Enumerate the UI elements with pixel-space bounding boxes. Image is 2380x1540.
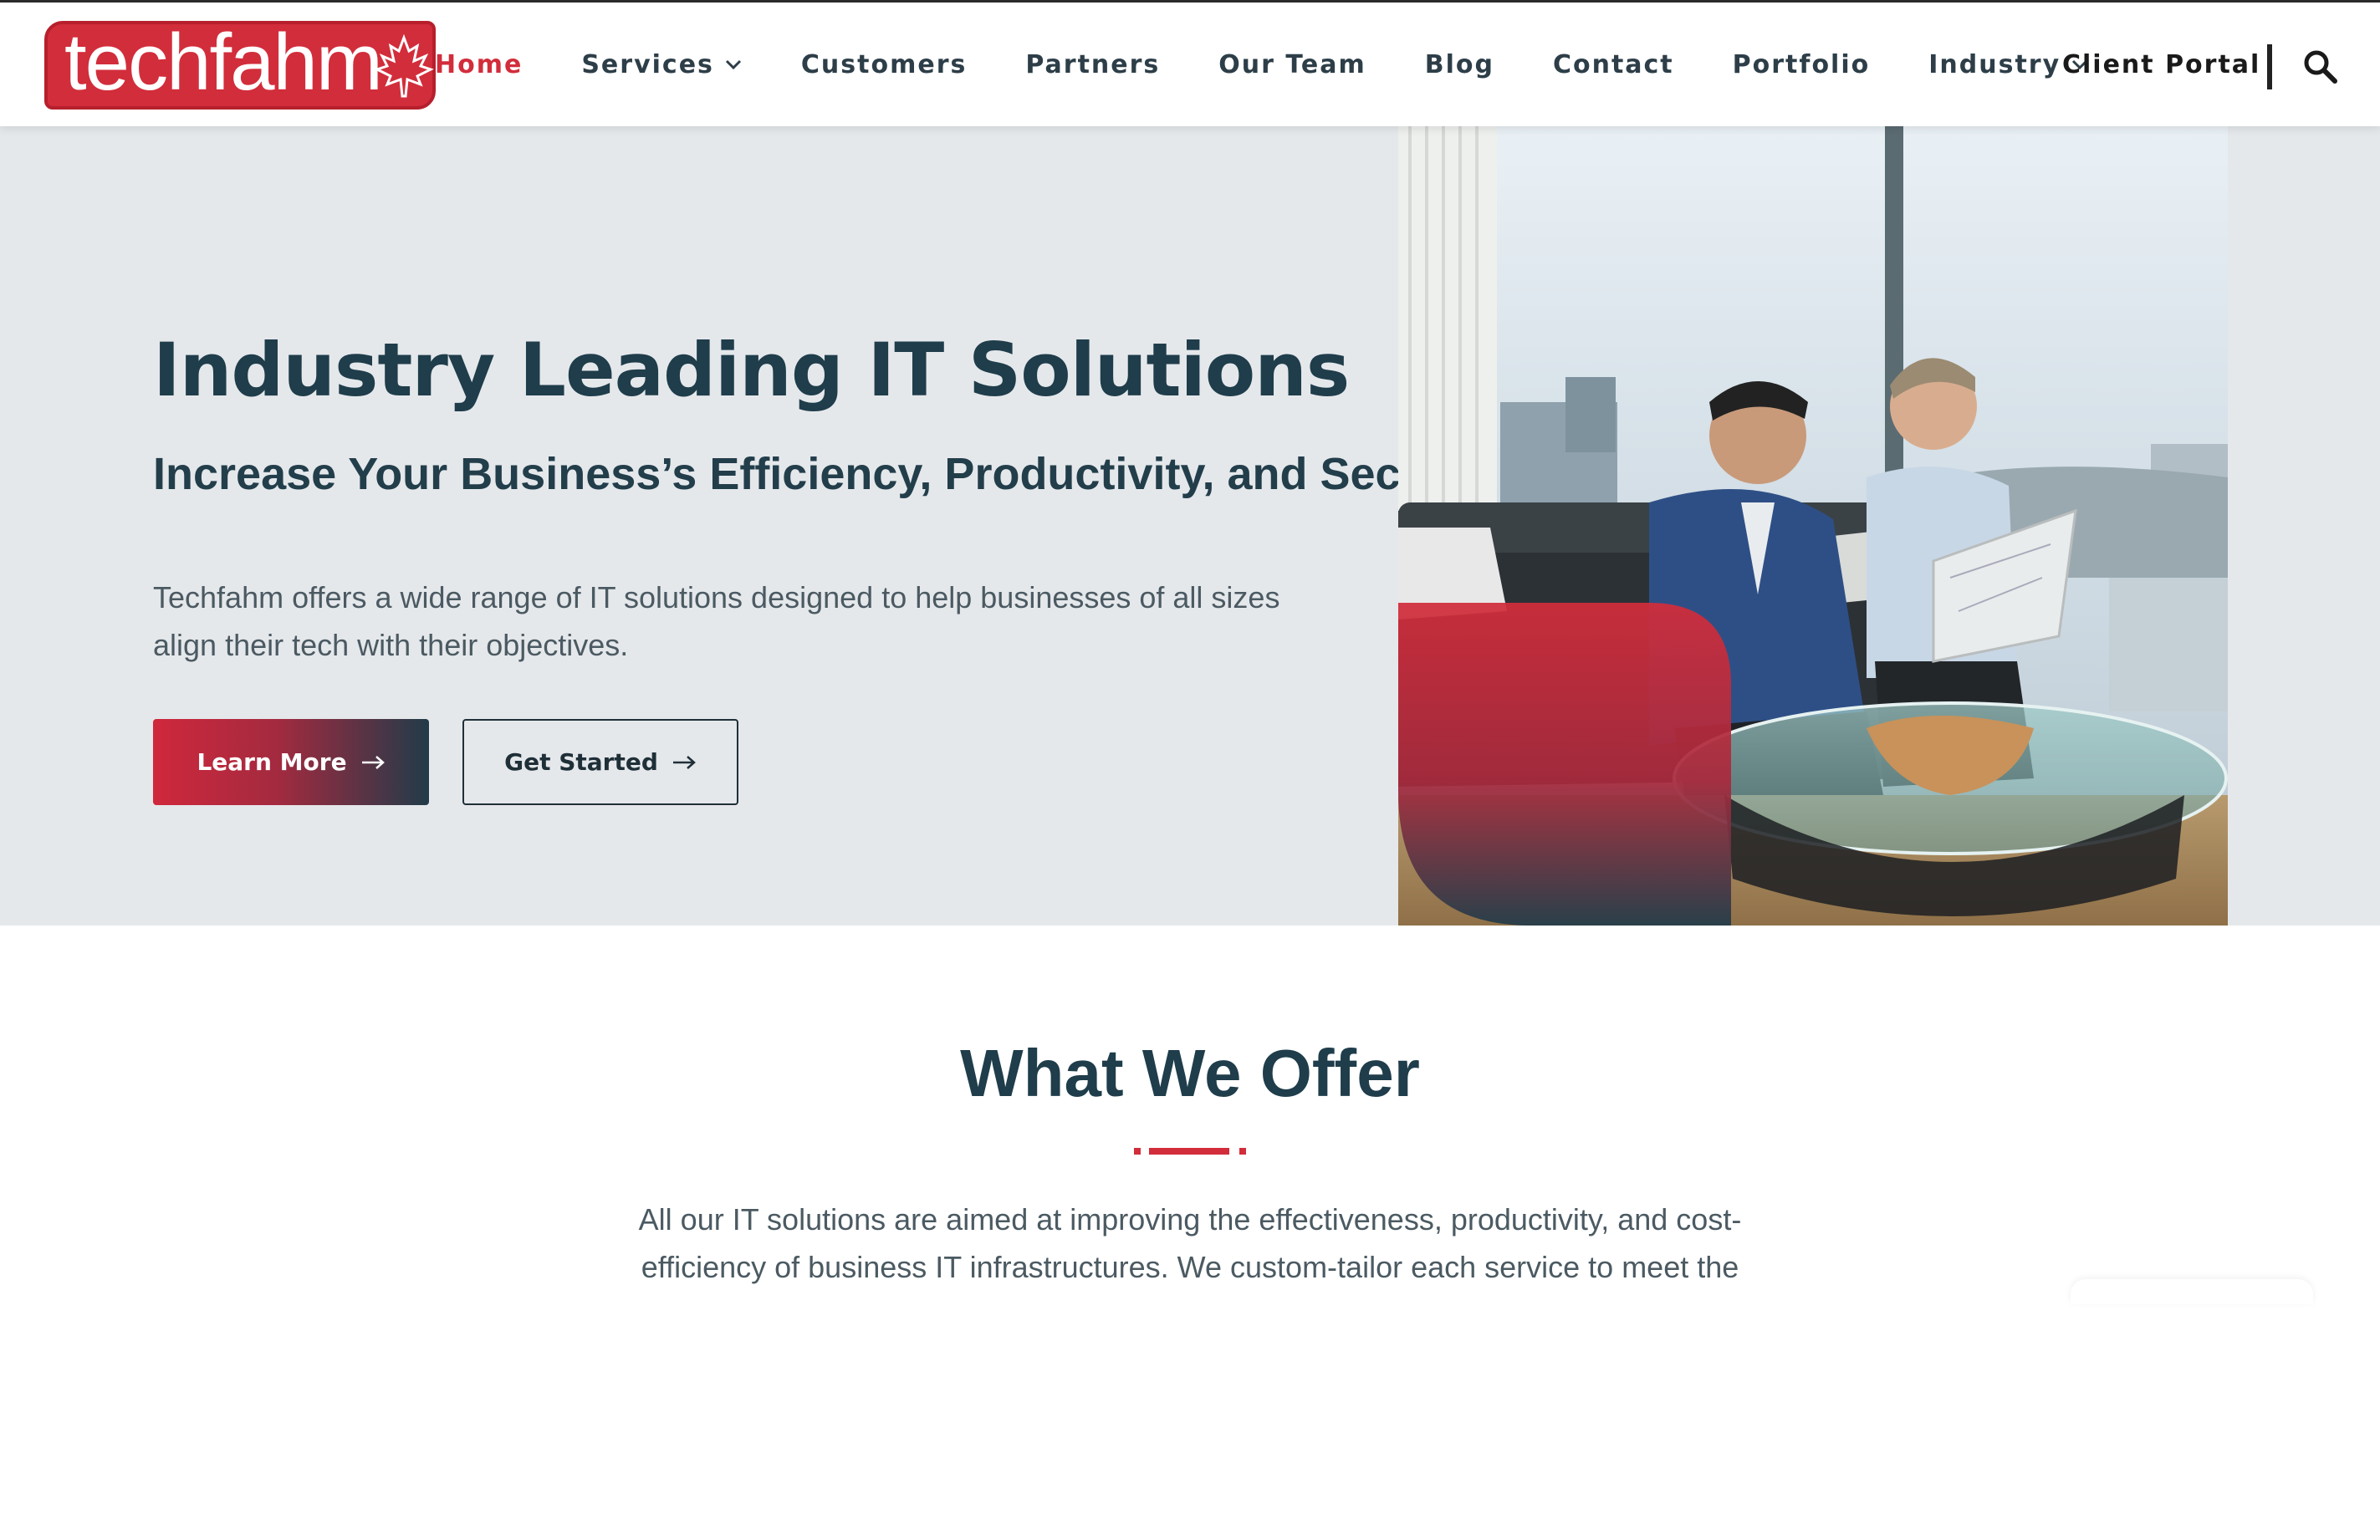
page-bottom-blank bbox=[0, 1304, 2380, 1540]
hero-photo-business-meeting bbox=[1398, 126, 2228, 926]
nav-label: Home bbox=[435, 49, 523, 79]
nav-label: Partners bbox=[1025, 49, 1161, 79]
title-divider bbox=[1134, 1148, 1246, 1155]
nav-label: Services bbox=[581, 49, 714, 79]
nav-blog[interactable]: Blog bbox=[1425, 50, 1494, 79]
nav-customers[interactable]: Customers bbox=[801, 50, 967, 79]
learn-more-button[interactable]: Learn More bbox=[153, 719, 429, 805]
techfahm-logo[interactable]: techfahm bbox=[44, 21, 436, 110]
nav-services[interactable]: Services bbox=[581, 50, 743, 79]
button-label: Learn More bbox=[197, 748, 347, 776]
nav-home[interactable]: Home bbox=[435, 50, 523, 79]
what-we-offer-title: What We Offer bbox=[960, 1036, 1420, 1110]
nav-contact[interactable]: Contact bbox=[1553, 50, 1674, 79]
maple-leaf-icon bbox=[374, 33, 434, 98]
hero-description: Techfahm offers a wide range of IT solut… bbox=[153, 580, 1280, 662]
nav-our-team[interactable]: Our Team bbox=[1218, 50, 1366, 79]
nav-label: Contact bbox=[1552, 49, 1674, 79]
get-started-button[interactable]: Get Started bbox=[462, 719, 738, 805]
site-header: techfahm Home Services Customers Partner… bbox=[0, 3, 2380, 126]
button-label: Get Started bbox=[504, 748, 658, 776]
nav-label: Industry bbox=[1928, 49, 2061, 79]
hero-section: Industry Leading IT Solutions Increase Y… bbox=[0, 126, 2380, 926]
client-portal-link[interactable]: Client Portal bbox=[2062, 3, 2260, 126]
nav-label: Blog bbox=[1424, 49, 1494, 79]
logo-wordmark: techfahm bbox=[64, 18, 383, 107]
nav-partners[interactable]: Partners bbox=[1025, 50, 1160, 79]
chevron-down-icon bbox=[725, 59, 741, 70]
chat-widget-card[interactable] bbox=[2071, 1279, 2313, 1304]
arrow-right-icon bbox=[672, 755, 696, 769]
nav-label: Our Team bbox=[1218, 49, 1366, 79]
nav-label: Portfolio bbox=[1732, 49, 1871, 79]
hero-subtitle: Increase Your Business’s Efficiency, Pro… bbox=[153, 449, 1499, 499]
main-nav: Home Services Customers Partners Our Tea… bbox=[435, 3, 2089, 126]
hero-title: Industry Leading IT Solutions bbox=[153, 327, 1350, 413]
what-we-offer-description: All our IT solutions are aimed at improv… bbox=[638, 1202, 1742, 1284]
search-icon[interactable] bbox=[2301, 48, 2338, 84]
nav-label: Customers bbox=[800, 49, 968, 79]
arrow-right-icon bbox=[361, 755, 385, 769]
nav-separator bbox=[2267, 44, 2272, 89]
nav-portfolio[interactable]: Portfolio bbox=[1733, 50, 1871, 79]
